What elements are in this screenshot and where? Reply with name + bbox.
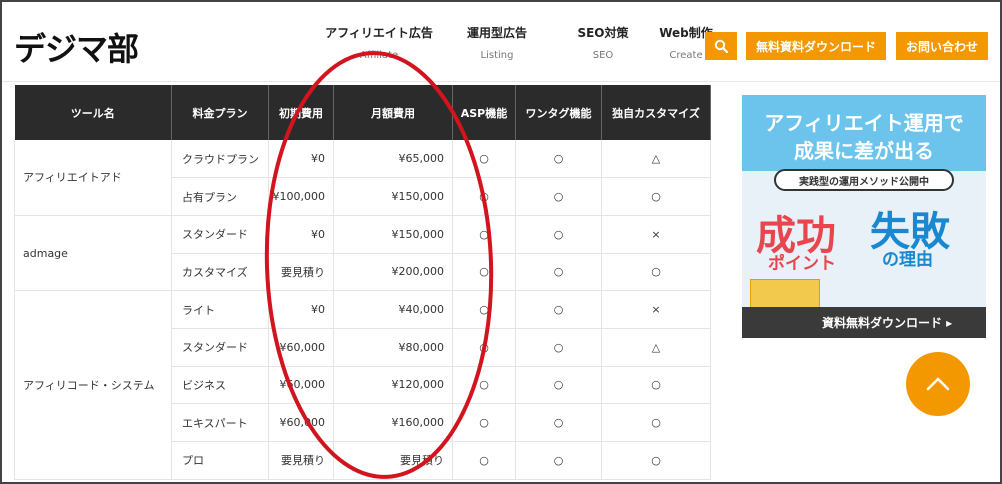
initial-fee-cell: ¥60,000 (268, 328, 334, 367)
monthly-fee-cell: ¥160,000 (333, 403, 453, 442)
banner-download-label: 資料無料ダウンロード ▸ (742, 307, 986, 338)
monthly-fee-cell: ¥120,000 (333, 366, 453, 405)
customize-cell: ○ (601, 403, 711, 442)
plan-cell: スタンダード (171, 328, 269, 367)
customize-cell: × (601, 290, 711, 329)
customize-cell: △ (601, 328, 711, 367)
customize-cell: ○ (601, 177, 711, 216)
promo-banner[interactable]: アフィリエイト運用で 成果に差が出る 実践型の運用メソッド公開中 成功 ポイント… (742, 95, 986, 338)
header-tool-name: ツール名 (14, 85, 172, 140)
asp-cell: ○ (452, 366, 516, 405)
banner-pill: 実践型の運用メソッド公開中 (774, 169, 954, 191)
onetag-cell: ○ (515, 441, 602, 480)
asp-cell: ○ (452, 290, 516, 329)
initial-fee-cell: ¥0 (268, 140, 334, 179)
header-customize: 独自カスタマイズ (601, 85, 711, 140)
plan-cell: プロ (171, 441, 269, 480)
customize-cell: × (601, 215, 711, 254)
initial-fee-cell: 要見積り (268, 253, 334, 292)
asp-cell: ○ (452, 328, 516, 367)
nav-label: SEO対策 (577, 26, 629, 40)
banner-title-line2: 成果に差が出る (794, 139, 934, 163)
customize-cell: ○ (601, 366, 711, 405)
monthly-fee-cell: ¥65,000 (333, 140, 453, 179)
global-nav: アフィリエイト広告 Affiliate 運用型広告 Listing SEO対策 … (320, 24, 722, 61)
customize-cell: ○ (601, 441, 711, 480)
initial-fee-cell: 要見積り (268, 441, 334, 480)
search-button[interactable] (705, 32, 737, 60)
tool-name: admage (14, 215, 172, 292)
banner-reason-text: の理由 (882, 250, 933, 270)
plan-cell: 占有プラン (171, 177, 269, 216)
nav-label: アフィリエイト広告 (325, 26, 433, 40)
plan-cell: クラウドプラン (171, 140, 269, 179)
onetag-cell: ○ (515, 366, 602, 405)
table-row: アフィリエイトアド クラウドプラン ¥0 ¥65,000 ○ ○ △ (14, 140, 711, 216)
header-monthly-fee: 月額費用 (333, 85, 453, 140)
table-row: アフィリコード・システム ライト ¥0 ¥40,000 ○ ○ × (14, 290, 711, 480)
tool-name: アフィリコード・システム (14, 290, 172, 480)
monthly-fee-cell: ¥150,000 (333, 177, 453, 216)
plan-cell: ビジネス (171, 366, 269, 405)
site-logo[interactable]: デジマ部 (14, 24, 139, 70)
onetag-cell: ○ (515, 177, 602, 216)
monthly-fee-cell: ¥40,000 (333, 290, 453, 329)
initial-fee-cell: ¥60,000 (268, 366, 334, 405)
asp-cell: ○ (452, 140, 516, 179)
table-row: admage スタンダード ¥0 ¥150,000 ○ ○ × (14, 215, 711, 292)
free-download-button[interactable]: 無料資料ダウンロード (746, 32, 886, 60)
header-initial-fee: 初期費用 (268, 85, 334, 140)
header-plan: 料金プラン (171, 85, 269, 140)
plan-cell: スタンダード (171, 215, 269, 254)
banner-point-text: ポイント (768, 254, 836, 274)
asp-cell: ○ (452, 215, 516, 254)
nav-sub: SEO (592, 50, 614, 61)
site-header: デジマ部 アフィリエイト広告 Affiliate 運用型広告 Listing S… (2, 2, 1000, 82)
table-header-row: ツール名 料金プラン 初期費用 月額費用 ASP機能 ワンタグ機能 独自カスタマ… (14, 85, 711, 140)
onetag-cell: ○ (515, 140, 602, 179)
nav-item-affiliate[interactable]: アフィリエイト広告 Affiliate (320, 24, 438, 61)
asp-cell: ○ (452, 253, 516, 292)
monthly-fee-cell: ¥150,000 (333, 215, 453, 254)
monthly-fee-cell: ¥200,000 (333, 253, 453, 292)
search-icon (714, 39, 728, 53)
initial-fee-cell: ¥60,000 (268, 403, 334, 442)
plan-cell: エキスパート (171, 403, 269, 442)
nav-item-listing[interactable]: 運用型広告 Listing (438, 24, 556, 61)
customize-cell: ○ (601, 253, 711, 292)
plan-cell: ライト (171, 290, 269, 329)
onetag-cell: ○ (515, 215, 602, 254)
asp-cell: ○ (452, 177, 516, 216)
onetag-cell: ○ (515, 253, 602, 292)
onetag-cell: ○ (515, 328, 602, 367)
monthly-fee-cell: ¥80,000 (333, 328, 453, 367)
chevron-up-icon (926, 377, 950, 391)
nav-sub: Affiliate (359, 50, 399, 61)
scroll-to-top-button[interactable] (906, 352, 970, 416)
tool-name: アフィリエイトアド (14, 140, 172, 216)
header-asp: ASP機能 (452, 85, 516, 140)
banner-title-line1: アフィリエイト運用で (764, 111, 964, 135)
initial-fee-cell: ¥0 (268, 290, 334, 329)
asp-cell: ○ (452, 403, 516, 442)
nav-item-seo[interactable]: SEO対策 SEO (556, 24, 650, 61)
asp-cell: ○ (452, 441, 516, 480)
plan-cell: カスタマイズ (171, 253, 269, 292)
nav-sub: Listing (480, 50, 514, 61)
contact-button[interactable]: お問い合わせ (896, 32, 988, 60)
initial-fee-cell: ¥100,000 (268, 177, 334, 216)
customize-cell: △ (601, 140, 711, 179)
onetag-cell: ○ (515, 290, 602, 329)
nav-label: 運用型広告 (466, 26, 527, 40)
header-onetag: ワンタグ機能 (515, 85, 602, 140)
initial-fee-cell: ¥0 (268, 215, 334, 254)
comparison-table: ツール名 料金プラン 初期費用 月額費用 ASP機能 ワンタグ機能 独自カスタマ… (14, 85, 711, 480)
onetag-cell: ○ (515, 403, 602, 442)
monthly-fee-cell: 要見積り (333, 441, 453, 480)
